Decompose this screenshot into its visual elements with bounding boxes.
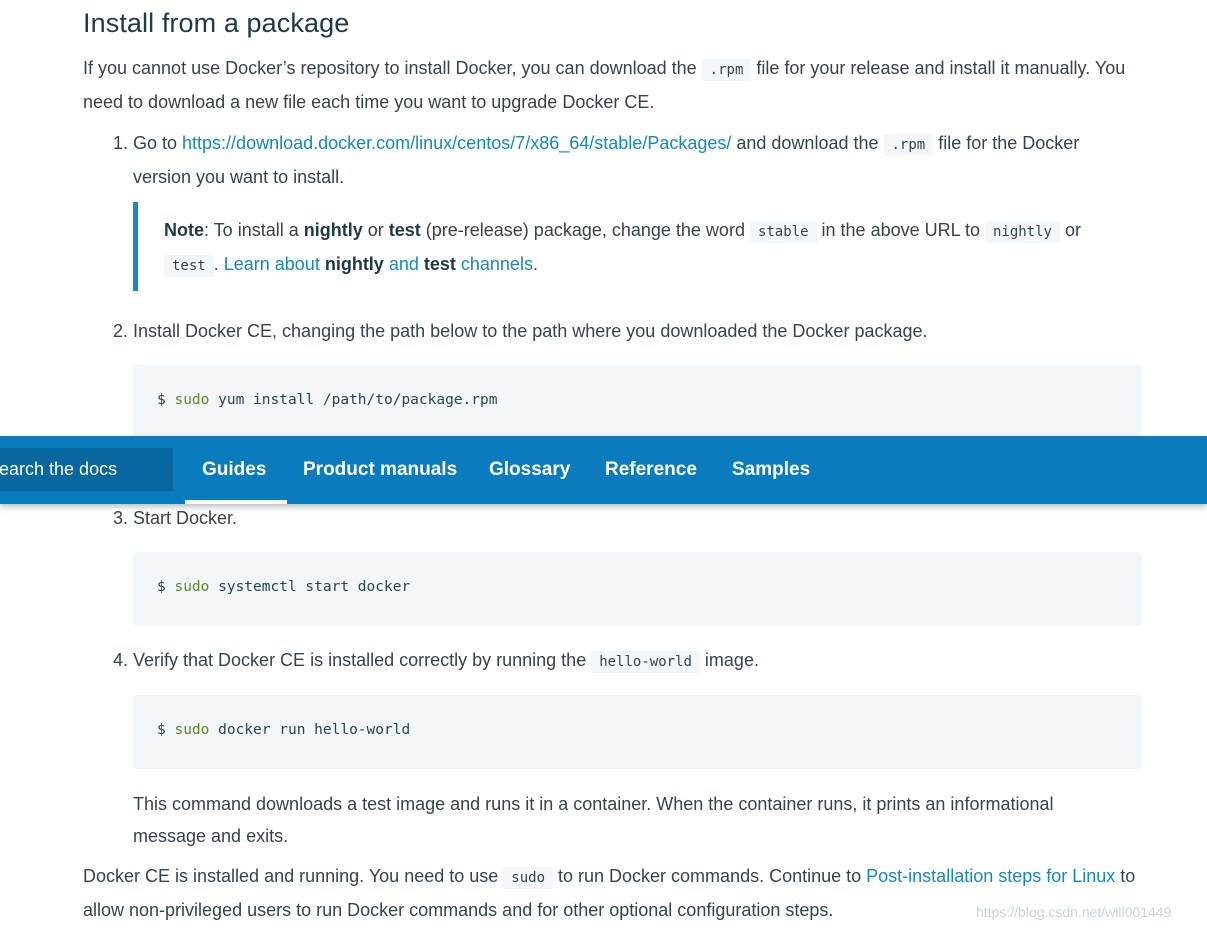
code-command: yum install /path/to/package.rpm xyxy=(209,392,498,408)
inline-code-rpm: .rpm xyxy=(883,134,934,156)
note-text-6: . xyxy=(213,254,224,274)
note-text-2: or xyxy=(362,220,389,240)
code-line: $ sudo docker run hello-world xyxy=(157,722,410,738)
step-number: 3. xyxy=(113,508,129,528)
step-number: 2. xyxy=(113,321,129,341)
code-keyword: sudo xyxy=(174,722,210,738)
section-heading: Install from a package xyxy=(83,8,350,38)
code-block-verify[interactable]: $ sudo docker run hello-world xyxy=(133,695,1142,769)
intro-paragraph: If you cannot use Docker’s repository to… xyxy=(83,52,1133,118)
note-text-7: . xyxy=(532,254,538,274)
channels-link[interactable]: Learn about nightly and test channels xyxy=(224,254,533,274)
step-3: 3. Start Docker. xyxy=(113,502,1123,534)
tab-samples[interactable]: Samples xyxy=(732,436,810,504)
code-prompt: $ xyxy=(157,722,175,738)
tab-glossary[interactable]: Glossary xyxy=(489,436,570,504)
step4-text-1: Verify that Docker CE is installed corre… xyxy=(133,650,592,670)
tab-reference[interactable]: Reference xyxy=(605,436,697,504)
note-callout: Note: To install a nightly or test (pre-… xyxy=(133,202,1093,291)
step3-text: Start Docker. xyxy=(133,508,238,528)
channels-link-text-1: Learn about xyxy=(223,254,325,274)
code-command: docker run hello-world xyxy=(209,722,411,738)
inline-code-nightly: nightly xyxy=(984,221,1060,243)
inline-code-rpm: .rpm xyxy=(701,59,752,81)
step-number: 4. xyxy=(113,650,129,670)
step1-text-1: Go to xyxy=(133,133,183,153)
code-prompt: $ xyxy=(157,392,175,408)
note-bold-nightly: nightly xyxy=(303,220,363,240)
inline-code-sudo: sudo xyxy=(503,867,553,889)
step-2: 2. Install Docker CE, changing the path … xyxy=(113,315,1123,347)
final-text-2: to run Docker commands. Continue to xyxy=(553,866,867,886)
code-line: $ sudo yum install /path/to/package.rpm xyxy=(157,392,497,408)
code-keyword: sudo xyxy=(174,392,210,408)
note-text-5: or xyxy=(1059,220,1081,240)
channels-link-text-3: channels xyxy=(455,254,533,274)
note-text: Note: To install a nightly or test (pre-… xyxy=(164,202,1093,282)
top-navbar: Search the docs Guides Product manuals G… xyxy=(0,436,1207,504)
verify-explanation: This command downloads a test image and … xyxy=(133,794,1054,846)
note-bold-test: test xyxy=(388,220,421,240)
code-command: systemctl start docker xyxy=(209,579,411,595)
inline-code-stable: stable xyxy=(749,221,817,243)
step-4: 4. Verify that Docker CE is installed co… xyxy=(113,644,1123,678)
step4-text-2: image. xyxy=(699,650,759,670)
watermark: https://blog.csdn.net/will001449 xyxy=(976,904,1172,920)
note-text-3: (pre-release) package, change the word xyxy=(420,220,750,240)
post-install-link[interactable]: Post-installation steps for Linux xyxy=(866,866,1115,886)
channels-link-text-2: and xyxy=(383,254,424,274)
search-input[interactable]: Search the docs xyxy=(0,448,173,491)
code-block-install[interactable]: $ sudo yum install /path/to/package.rpm xyxy=(133,365,1142,439)
tab-guides[interactable]: Guides xyxy=(184,436,288,504)
final-text-1: Docker CE is installed and running. You … xyxy=(83,866,504,886)
note-text-1: : To install a xyxy=(204,220,304,240)
code-line: $ sudo systemctl start docker xyxy=(157,579,410,595)
tab-product-manuals[interactable]: Product manuals xyxy=(303,436,457,504)
code-keyword: sudo xyxy=(174,579,210,595)
channels-link-nightly: nightly xyxy=(324,254,384,274)
intro-text-1: If you cannot use Docker’s repository to… xyxy=(83,58,702,78)
note-text-4: in the above URL to xyxy=(816,220,985,240)
step2-text: Install Docker CE, changing the path bel… xyxy=(133,321,928,341)
step1-text-2: and download the xyxy=(731,133,884,153)
channels-link-test: test xyxy=(423,254,456,274)
code-prompt: $ xyxy=(157,579,175,595)
step-number: 1. xyxy=(113,133,129,153)
code-block-start[interactable]: $ sudo systemctl start docker xyxy=(133,552,1142,626)
inline-code-test: test xyxy=(164,255,214,277)
note-label: Note xyxy=(164,220,204,240)
inline-code-hello-world: hello-world xyxy=(591,651,700,673)
packages-url-link[interactable]: https://download.docker.com/linux/centos… xyxy=(182,133,731,153)
step-1: 1. Go to https://download.docker.com/lin… xyxy=(113,127,1123,193)
